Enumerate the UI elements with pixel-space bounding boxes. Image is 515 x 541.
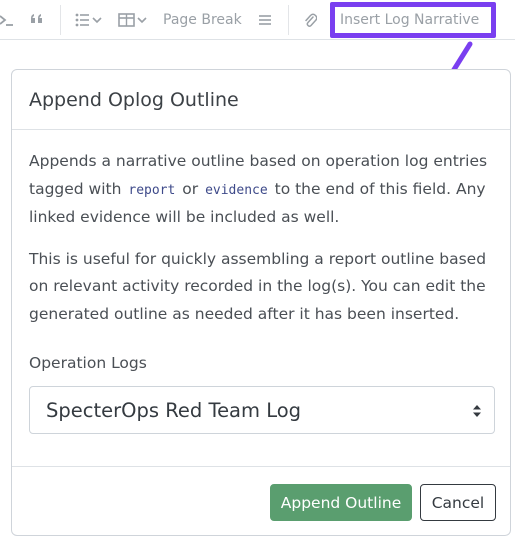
page-break-label: Page Break <box>163 12 242 28</box>
description-paragraph: Appends a narrative outline based on ope… <box>29 148 499 232</box>
operation-logs-label: Operation Logs <box>29 354 147 372</box>
usage-paragraph: This is useful for quickly assembling a … <box>29 249 487 323</box>
page-break-button[interactable]: Page Break <box>163 9 242 31</box>
modal-body: Appends a narrative outline based on ope… <box>29 148 499 328</box>
select-caret-icon <box>473 405 481 417</box>
append-oplog-modal: Append Oplog Outline Appends a narrative… <box>11 69 511 536</box>
table-icon[interactable] <box>118 9 150 31</box>
list-icon[interactable] <box>75 9 105 31</box>
attachment-icon[interactable] <box>303 9 317 31</box>
append-outline-button[interactable]: Append Outline <box>270 484 412 521</box>
selected-log: SpecterOps Red Team Log <box>46 398 302 422</box>
modal-header: Append Oplog Outline <box>12 70 510 130</box>
operation-logs-select[interactable]: SpecterOps Red Team Log <box>29 386 495 434</box>
app-screen: Page Break Insert Log Narrative Append O… <box>0 0 515 541</box>
evidence-tag: evidence <box>205 182 268 198</box>
modal-title: Append Oplog Outline <box>29 89 239 111</box>
code-block-icon[interactable] <box>0 9 14 31</box>
modal-footer: Append Outline Cancel <box>12 466 510 536</box>
menu-icon[interactable] <box>258 9 272 31</box>
description-text: or <box>177 179 204 198</box>
report-tag: report <box>128 182 176 198</box>
blockquote-icon[interactable] <box>29 9 45 31</box>
toolbar-divider <box>60 5 61 35</box>
toolbar-divider <box>288 5 289 35</box>
cancel-button[interactable]: Cancel <box>420 484 496 521</box>
highlight-box <box>330 2 496 38</box>
